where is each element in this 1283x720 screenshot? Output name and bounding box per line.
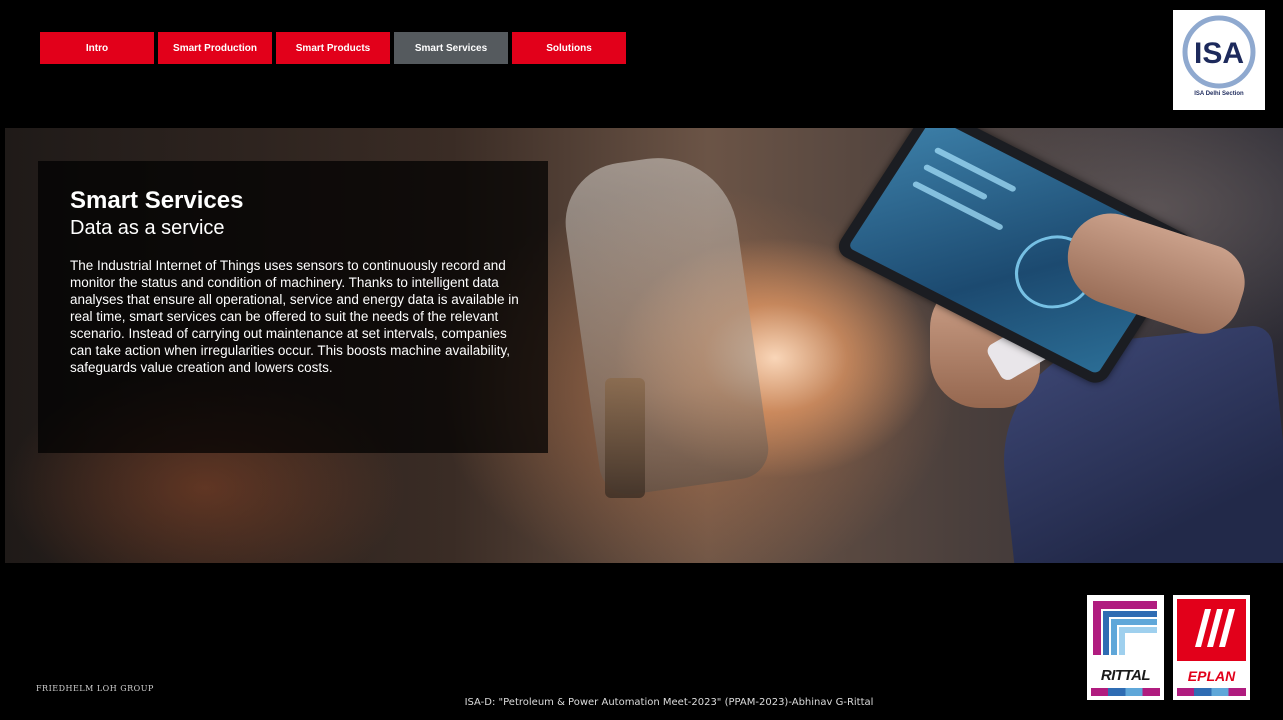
tab-smart-products[interactable]: Smart Products	[276, 32, 390, 64]
robot-gripper	[605, 378, 645, 498]
rittal-logo: RITTAL	[1087, 595, 1164, 700]
footer-group-name: FRIEDHELM LOH GROUP	[36, 684, 154, 693]
text-panel: Smart Services Data as a service The Ind…	[38, 161, 548, 453]
tab-smart-services[interactable]: Smart Services	[394, 32, 508, 64]
eplan-logo: EPLAN	[1173, 595, 1250, 700]
isa-logo-text: ISA	[1194, 37, 1244, 70]
isa-logo-icon: ISA	[1182, 15, 1256, 89]
panel-subtitle: Data as a service	[70, 217, 225, 239]
footer-caption: ISA-D: "Petroleum & Power Automation Mee…	[464, 697, 874, 708]
tab-smart-production[interactable]: Smart Production	[158, 32, 272, 64]
rittal-text: RITTAL	[1100, 667, 1151, 684]
panel-body: The Industrial Internet of Things uses s…	[70, 258, 519, 375]
slide: Intro Smart Production Smart Products Sm…	[5, 5, 1283, 720]
tab-solutions[interactable]: Solutions	[512, 32, 626, 64]
screen-bar	[933, 146, 1018, 193]
eplan-text: EPLAN	[1187, 668, 1236, 684]
logo-stripe	[1177, 688, 1246, 696]
tab-intro[interactable]: Intro	[40, 32, 154, 64]
logo-stripe	[1091, 688, 1160, 696]
robot-arm	[557, 147, 773, 499]
isa-logo: ISA ISA Delhi Section	[1173, 10, 1265, 110]
isa-caption: ISA Delhi Section	[1194, 91, 1244, 97]
rittal-mark-icon	[1091, 599, 1160, 661]
tab-label: Intro	[85, 42, 109, 54]
tab-label: Smart Production	[173, 42, 257, 54]
tab-label: Solutions	[546, 42, 592, 54]
screen-bar	[911, 180, 1005, 231]
hero-image: Smart Services Data as a service The Ind…	[5, 128, 1283, 563]
eplan-mark-icon	[1177, 599, 1246, 661]
tab-label: Smart Services	[414, 42, 488, 54]
top-nav: Intro Smart Production Smart Products Sm…	[40, 32, 626, 64]
tab-label: Smart Products	[295, 42, 371, 54]
panel-title: Smart Services	[70, 187, 244, 214]
